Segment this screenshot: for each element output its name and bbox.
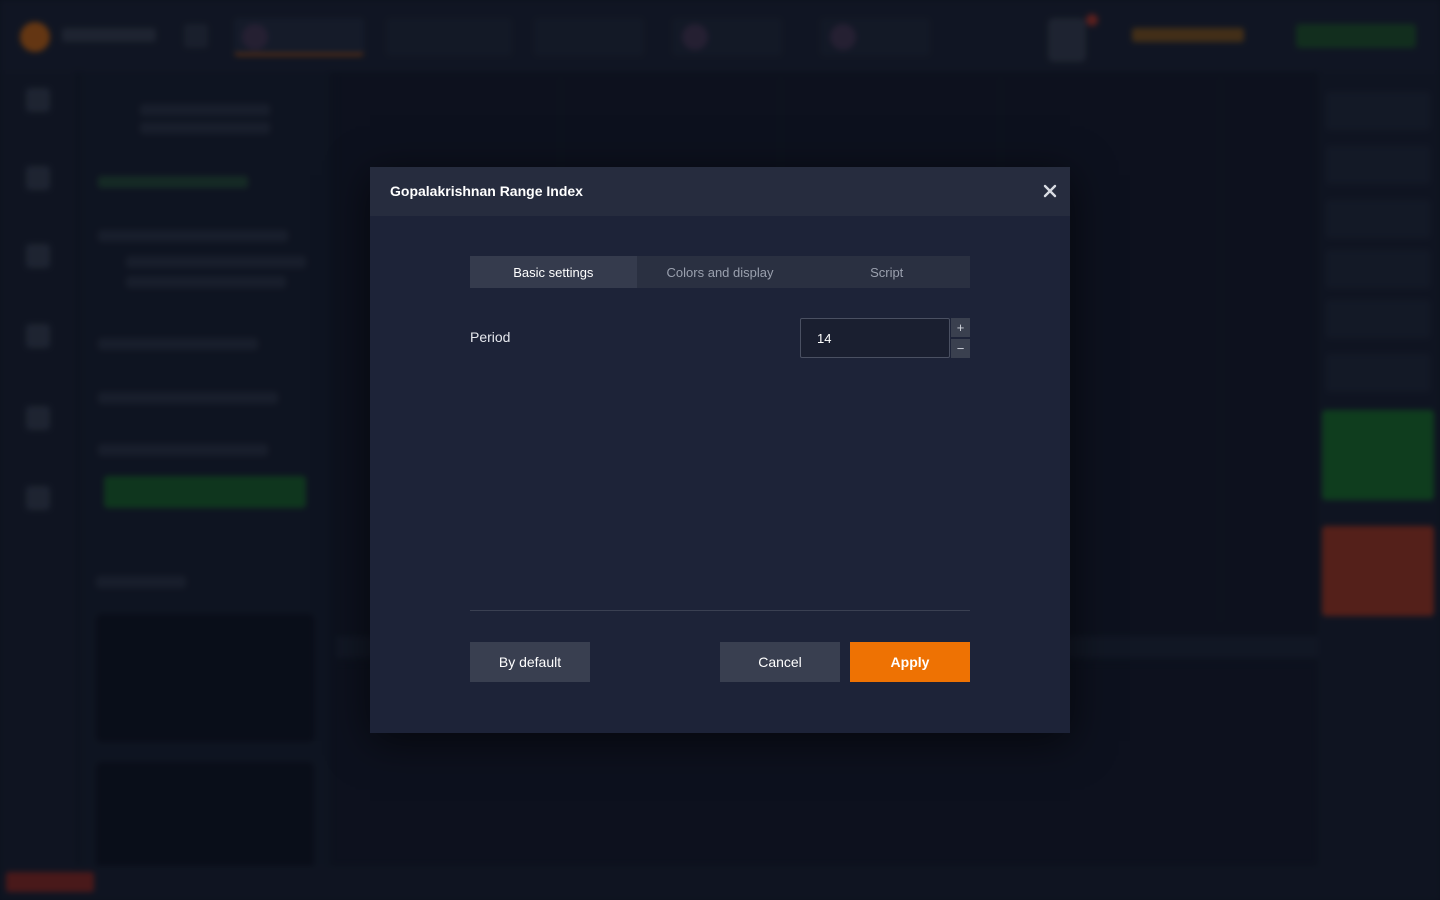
tab-basic-settings[interactable]: Basic settings	[470, 256, 637, 288]
dialog-divider	[470, 610, 970, 611]
period-input[interactable]	[800, 318, 950, 358]
by-default-button[interactable]: By default	[470, 642, 590, 682]
tab-script[interactable]: Script	[803, 256, 970, 288]
period-decrement-button[interactable]: −	[951, 339, 970, 358]
settings-tabs: Basic settings Colors and display Script	[470, 256, 970, 288]
tab-colors-and-display[interactable]: Colors and display	[637, 256, 804, 288]
close-icon[interactable]	[1040, 181, 1060, 201]
cancel-button[interactable]: Cancel	[720, 642, 840, 682]
indicator-settings-dialog: Gopalakrishnan Range Index Basic setting…	[370, 167, 1070, 733]
period-label: Period	[470, 329, 511, 345]
dialog-header: Gopalakrishnan Range Index	[370, 167, 1070, 216]
apply-button[interactable]: Apply	[850, 642, 970, 682]
period-increment-button[interactable]: +	[951, 318, 970, 337]
dialog-title: Gopalakrishnan Range Index	[390, 183, 583, 199]
